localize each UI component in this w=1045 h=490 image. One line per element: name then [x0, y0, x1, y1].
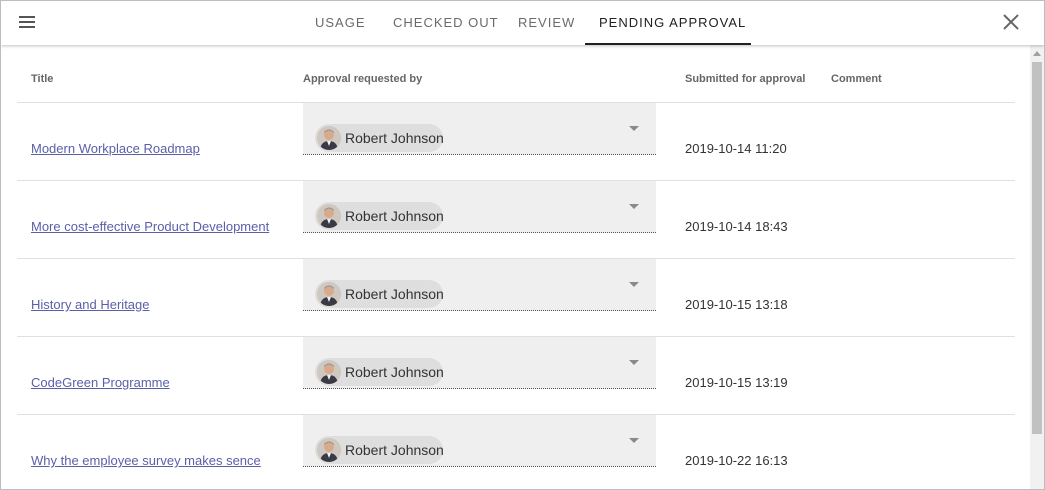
user-chip[interactable]: Robert Johnson — [315, 124, 444, 152]
dropdown-arrow-icon[interactable] — [629, 204, 639, 209]
document-title-link[interactable]: More cost-effective Product Development — [31, 219, 269, 234]
dropdown-arrow-icon[interactable] — [629, 438, 639, 443]
table-row: Modern Workplace Roadmap Robert Johnson 20… — [17, 103, 1015, 181]
submitted-date: 2019-10-14 11:20 — [685, 141, 787, 156]
user-name: Robert Johnson — [345, 442, 444, 458]
table-row: Why the employee survey makes sence Rober… — [17, 415, 1015, 489]
user-chip[interactable]: Robert Johnson — [315, 280, 444, 308]
active-tab-indicator — [585, 43, 751, 45]
submitted-date: 2019-10-22 16:13 — [685, 453, 788, 468]
user-name: Robert Johnson — [345, 364, 444, 380]
column-header-title[interactable]: Title — [31, 73, 53, 85]
dropdown-arrow-icon[interactable] — [629, 360, 639, 365]
user-chip[interactable]: Robert Johnson — [315, 358, 444, 386]
dropdown-arrow-icon[interactable] — [629, 126, 639, 131]
user-name: Robert Johnson — [345, 208, 444, 224]
column-header-approval-requested-by[interactable]: Approval requested by — [303, 73, 422, 85]
table-row: CodeGreen Programme Robert Johnson 2019-10… — [17, 337, 1015, 415]
user-avatar — [317, 126, 341, 150]
table-row: History and Heritage Robert Johnson 2019-1… — [17, 259, 1015, 337]
approver-picker[interactable]: Robert Johnson — [303, 415, 656, 467]
document-title-link[interactable]: CodeGreen Programme — [31, 375, 170, 390]
vertical-scrollbar[interactable] — [1030, 45, 1044, 489]
document-title-link[interactable]: Why the employee survey makes sence — [31, 453, 261, 468]
dropdown-arrow-icon[interactable] — [629, 282, 639, 287]
tab-review[interactable]: REVIEW — [518, 1, 575, 45]
column-header-comment[interactable]: Comment — [831, 73, 882, 85]
submitted-date: 2019-10-15 13:18 — [685, 297, 788, 312]
user-name: Robert Johnson — [345, 286, 444, 302]
user-avatar — [317, 360, 341, 384]
document-title-link[interactable]: Modern Workplace Roadmap — [31, 141, 200, 156]
tab-bar: USAGE CHECKED OUT REVIEW PENDING APPROVA… — [1, 1, 1044, 45]
close-icon[interactable] — [1000, 11, 1022, 33]
user-avatar — [317, 204, 341, 228]
user-avatar — [317, 282, 341, 306]
user-chip[interactable]: Robert Johnson — [315, 202, 444, 230]
user-avatar — [317, 438, 341, 462]
tab-usage[interactable]: USAGE — [315, 1, 366, 45]
scroll-up-arrow-icon[interactable] — [1033, 51, 1041, 56]
tab-pending-approval[interactable]: PENDING APPROVAL — [599, 1, 746, 45]
approver-picker[interactable]: Robert Johnson — [303, 337, 656, 389]
column-header-submitted-for-approval[interactable]: Submitted for approval — [685, 73, 805, 85]
approver-picker[interactable]: Robert Johnson — [303, 181, 656, 233]
user-chip[interactable]: Robert Johnson — [315, 436, 444, 464]
tab-checked-out[interactable]: CHECKED OUT — [393, 1, 499, 45]
hamburger-menu-icon[interactable] — [17, 13, 39, 33]
approver-picker[interactable]: Robert Johnson — [303, 103, 656, 155]
submitted-date: 2019-10-15 13:19 — [685, 375, 788, 390]
submitted-date: 2019-10-14 18:43 — [685, 219, 788, 234]
table-row: More cost-effective Product Development R… — [17, 181, 1015, 259]
approver-picker[interactable]: Robert Johnson — [303, 259, 656, 311]
user-name: Robert Johnson — [345, 130, 444, 146]
pending-approval-dialog: USAGE CHECKED OUT REVIEW PENDING APPROVA… — [0, 0, 1045, 490]
document-title-link[interactable]: History and Heritage — [31, 297, 150, 312]
scrollbar-thumb[interactable] — [1032, 62, 1042, 434]
